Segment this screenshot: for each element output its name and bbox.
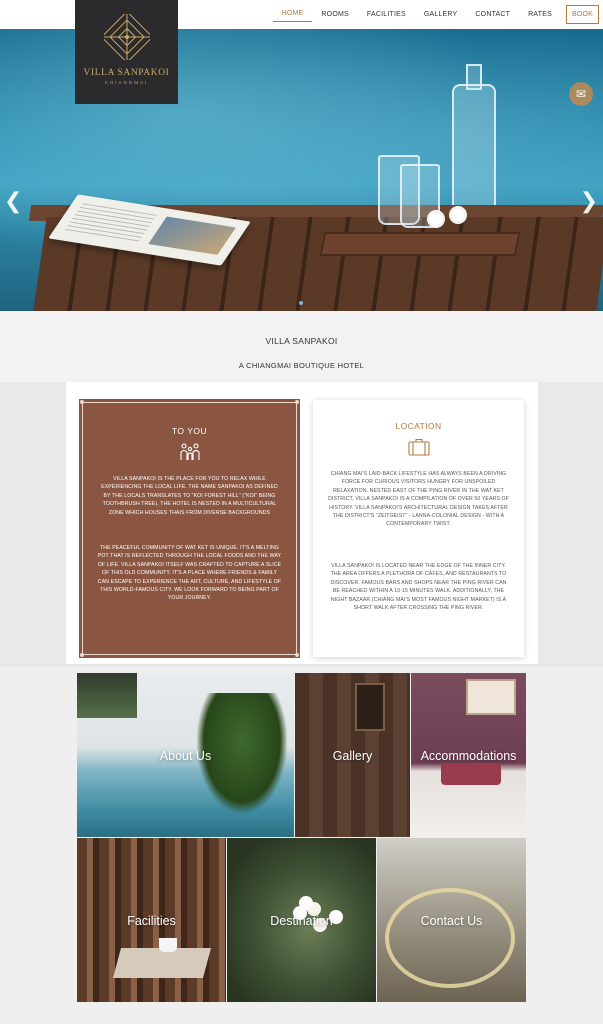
tile-facilities[interactable]: Facilities [77,838,226,1002]
nav-gallery[interactable]: GALLERY [415,5,467,24]
logo-city: CHIANGMAI [104,80,149,85]
tile-gallery[interactable]: Gallery [295,673,410,837]
intro-subtitle: A CHIANGMAI BOUTIQUE HOTEL [238,361,365,370]
intro-section: VILLA SANPAKOI A CHIANGMAI BOUTIQUE HOTE… [0,311,603,382]
serving-tray [319,232,521,256]
tile-accommodations[interactable]: Accommodations [411,673,526,837]
plant-photo [77,673,137,718]
frame-corner [80,400,84,404]
bed-pillow [441,763,501,785]
location-heading: LOCATION [395,421,442,431]
tile-label-gallery: Gallery [332,749,373,763]
tile-about-us[interactable]: About Us [77,673,294,837]
nav-rooms[interactable]: ROOMS [312,5,357,24]
to-you-paragraph-2: THE PEACEFUL COMMUNITY OF WAT KET IS UNI… [97,545,282,602]
bicycle-wheel [385,888,515,988]
magazine-text [63,203,157,245]
location-card: LOCATION CHIANG MAI'S LAID-BACK LIFESTYL… [313,400,524,657]
location-paragraph-1: CHIANG MAI'S LAID-BACK LIFESTYLE HAS ALW… [328,471,509,528]
site-logo[interactable]: VILLA SANPAKOI CHIANGMAI [75,0,178,104]
side-table [112,948,212,978]
book-button[interactable]: BOOK [565,5,599,24]
tile-label-facilities: Facilities [127,914,176,928]
family-icon [180,443,200,460]
nav-contact[interactable]: CONTACT [466,5,519,24]
wall-art [466,679,516,715]
tile-destination[interactable]: Destination [227,838,376,1002]
teacup [159,938,177,952]
feature-grid: About Us Gallery Accommodations Faciliti… [0,667,603,1024]
to-you-paragraph-1: VILLA SANPAKOI IS THE PLACE FOR YOU TO R… [101,476,278,516]
to-you-heading: TO YOU [171,426,208,436]
card-frame [82,402,297,655]
frangipani-flower [430,213,442,225]
magazine-photo [148,216,236,255]
nav-rates[interactable]: RATES [519,5,561,24]
main-nav: HOME ROOMS FACILITIES GALLERY CONTACT RA… [272,5,599,24]
tile-label-destination: Destination [270,914,333,928]
tile-label-about-us: About Us [159,749,212,763]
messenger-icon[interactable]: ✉ [569,82,593,106]
luggage-icon [408,438,430,456]
flower-cluster [299,896,313,910]
frame-corner [80,653,84,657]
lantern-photo [355,683,385,731]
logo-brand-name: VILLA SANPAKOI [83,68,170,78]
frame-corner [295,653,299,657]
tile-label-contact-us: Contact Us [420,914,483,928]
frangipani-flower [452,209,464,221]
logo-emblem-icon [100,10,153,64]
intro-title: VILLA SANPAKOI [265,336,338,346]
nav-facilities[interactable]: FACILITIES [358,5,415,24]
tile-contact-us[interactable]: Contact Us [377,838,526,1002]
nav-home[interactable]: HOME [272,7,313,22]
chevron-left-icon[interactable]: ❮ [4,189,22,214]
location-paragraph-2: VILLA SANPAKOI IS LOCATED NEAR THE EDGE … [330,563,507,612]
chevron-right-icon[interactable]: ❯ [580,189,598,214]
tile-label-accommodations: Accommodations [420,749,517,763]
to-you-card: TO YOU VILLA SANPAKOI IS THE PLACE FOR Y… [79,399,300,658]
slide-dot[interactable] [299,301,303,305]
frame-corner [295,400,299,404]
